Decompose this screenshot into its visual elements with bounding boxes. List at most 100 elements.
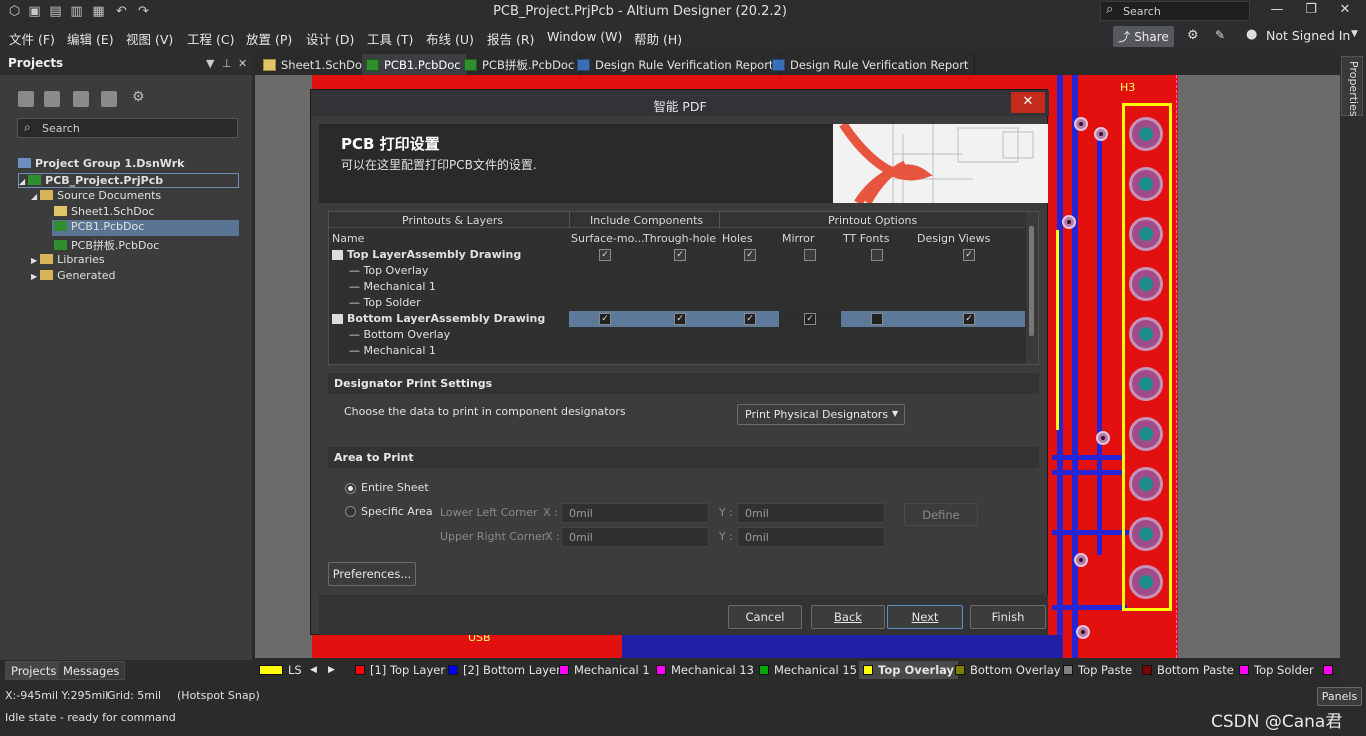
entire-sheet-radio[interactable] xyxy=(345,483,356,494)
grid-row-layer[interactable]: — Bottom Overlay xyxy=(329,327,1025,343)
add-document-icon[interactable] xyxy=(101,91,117,107)
col-tt-fonts[interactable]: TT Fonts xyxy=(843,232,889,245)
grid-row-top-assembly[interactable]: Top LayerAssembly Drawing xyxy=(329,247,1025,263)
save-project-icon[interactable] xyxy=(18,91,34,107)
grid-row-layer[interactable]: — Top Overlay xyxy=(329,263,1025,279)
col-holes[interactable]: Holes xyxy=(722,232,753,245)
tab-messages[interactable]: Messages xyxy=(57,661,126,680)
tab-pcb1[interactable]: PCB1.PcbDoc xyxy=(362,54,468,75)
menu-file[interactable]: 文件 (F) xyxy=(9,29,55,48)
menu-design[interactable]: 设计 (D) xyxy=(306,29,354,48)
holes-checkbox[interactable] xyxy=(744,249,756,261)
tree-libraries[interactable]: ▶ Libraries xyxy=(31,253,105,268)
menu-reports[interactable]: 报告 (R) xyxy=(487,29,534,48)
design-views-checkbox[interactable] xyxy=(963,249,975,261)
layer-scroll-left-icon[interactable]: ◀ xyxy=(310,661,317,679)
minimize-button[interactable]: — xyxy=(1262,2,1292,22)
print-icon[interactable]: ▥ xyxy=(68,3,85,20)
tree-pcb-panel[interactable]: PCB拼板.PcbDoc xyxy=(54,237,159,252)
menu-project[interactable]: 工程 (C) xyxy=(187,29,234,48)
collapse-icon[interactable]: ▶ xyxy=(31,256,37,265)
tt-fonts-checkbox[interactable] xyxy=(871,313,883,325)
menu-place[interactable]: 放置 (P) xyxy=(246,29,292,48)
menu-tools[interactable]: 工具 (T) xyxy=(367,29,413,48)
layer-set-ls[interactable]: LS xyxy=(259,661,302,679)
upper-right-y-input[interactable]: 0mil xyxy=(737,527,885,547)
layer-tab-more[interactable] xyxy=(1323,661,1333,679)
tab-sheet1[interactable]: Sheet1.SchDoc xyxy=(259,54,376,75)
finish-button[interactable]: Finish xyxy=(970,605,1046,629)
tab-pcb-panel[interactable]: PCB拼板.PcbDoc xyxy=(460,54,582,75)
undo-icon[interactable]: ↶ xyxy=(113,3,130,20)
grid-row-layer[interactable]: — Mechanical 1 xyxy=(329,279,1025,295)
mirror-checkbox[interactable] xyxy=(804,249,816,261)
layer-tab-mech15[interactable]: Mechanical 15 xyxy=(759,661,857,679)
scrollbar-thumb[interactable] xyxy=(1029,226,1034,336)
grid-row-bottom-assembly[interactable]: Bottom LayerAssembly Drawing xyxy=(329,311,1025,327)
chevron-down-icon[interactable]: ▼ xyxy=(1351,29,1358,39)
share-button[interactable]: ⤴ Share xyxy=(1113,26,1174,47)
menu-help[interactable]: 帮助 (H) xyxy=(634,29,682,48)
surface-mount-checkbox[interactable] xyxy=(599,313,611,325)
tree-project-group[interactable]: Project Group 1.DsnWrk xyxy=(18,157,184,172)
col-design-views[interactable]: Design Views xyxy=(917,232,990,245)
global-search-input[interactable]: ⌕ Search xyxy=(1100,1,1250,21)
layer-tab-bottom-overlay[interactable]: Bottom Overlay xyxy=(955,661,1061,679)
save-icon[interactable]: ▣ xyxy=(26,3,43,20)
redo-icon[interactable]: ↷ xyxy=(135,3,152,20)
menu-view[interactable]: 视图 (V) xyxy=(126,29,173,48)
layer-tab-bottom-paste[interactable]: Bottom Paste xyxy=(1142,661,1234,679)
layer-tab-top-paste[interactable]: Top Paste xyxy=(1063,661,1132,679)
col-surface-mount[interactable]: Surface-mo... xyxy=(571,232,645,245)
col-mirror[interactable]: Mirror xyxy=(782,232,814,245)
next-button[interactable]: Next xyxy=(887,605,963,629)
project-settings-gear-icon[interactable]: ⚙ xyxy=(132,89,145,105)
tree-pcb1[interactable]: PCB1.PcbDoc xyxy=(52,220,239,236)
surface-mount-checkbox[interactable] xyxy=(599,249,611,261)
close-panel-icon[interactable]: ✕ xyxy=(238,57,247,70)
grid-scrollbar[interactable] xyxy=(1026,212,1038,364)
layer-tab-top[interactable]: [1] Top Layer xyxy=(355,661,445,679)
lower-left-y-input[interactable]: 0mil xyxy=(737,503,885,523)
settings-gear-icon[interactable]: ⚙ xyxy=(1187,28,1199,43)
grid-row-layer[interactable]: — Mechanical 1 xyxy=(329,343,1025,359)
preferences-button[interactable]: Preferences... xyxy=(328,562,416,586)
designator-dropdown[interactable]: Print Physical Designators ▼ xyxy=(737,404,905,425)
projects-search-input[interactable]: ⌕ Search xyxy=(17,118,238,138)
maximize-button[interactable]: ❐ xyxy=(1296,2,1326,22)
pin-icon[interactable]: ⊥ xyxy=(222,57,232,70)
notifications-icon[interactable]: ✎ xyxy=(1215,28,1225,42)
menu-route[interactable]: 布线 (U) xyxy=(426,29,474,48)
cancel-button[interactable]: Cancel xyxy=(728,605,802,629)
close-window-button[interactable]: ✕ xyxy=(1330,2,1360,22)
define-button[interactable]: Define xyxy=(904,503,978,526)
layer-tab-mech1[interactable]: Mechanical 1 xyxy=(559,661,650,679)
layer-tab-bottom[interactable]: [2] Bottom Layer xyxy=(448,661,561,679)
tree-sheet1[interactable]: Sheet1.SchDoc xyxy=(54,205,155,220)
tree-pcb-project[interactable]: ◢ PCB_Project.PrjPcb xyxy=(18,173,239,188)
properties-panel-tab[interactable]: Properties xyxy=(1341,56,1363,117)
collapse-icon[interactable]: ▶ xyxy=(31,272,37,281)
panel-menu-icon[interactable]: ▼ xyxy=(206,57,214,70)
tree-generated[interactable]: ▶ Generated xyxy=(31,269,116,284)
design-views-checkbox[interactable] xyxy=(963,313,975,325)
layer-scroll-right-icon[interactable]: ▶ xyxy=(328,661,335,679)
back-button[interactable]: Back xyxy=(811,605,885,629)
menu-edit[interactable]: 编辑 (E) xyxy=(67,29,114,48)
tab-drc-report-1[interactable]: Design Rule Verification Report xyxy=(573,54,781,75)
panels-button[interactable]: Panels xyxy=(1317,687,1362,706)
tab-projects[interactable]: Projects xyxy=(5,661,63,680)
dialog-close-button[interactable]: ✕ xyxy=(1011,92,1045,113)
user-sign-in[interactable]: Not Signed In xyxy=(1266,28,1350,43)
tt-fonts-checkbox[interactable] xyxy=(871,249,883,261)
specific-area-radio[interactable] xyxy=(345,506,356,517)
grid-row-layer[interactable]: — Top Solder xyxy=(329,295,1025,311)
layer-tab-mech13[interactable]: Mechanical 13 xyxy=(656,661,754,679)
col-name[interactable]: Name xyxy=(332,232,364,245)
tree-source-documents[interactable]: ◢ Source Documents xyxy=(31,189,161,204)
layer-tab-top-solder[interactable]: Top Solder xyxy=(1239,661,1314,679)
tab-drc-report-2[interactable]: Design Rule Verification Report xyxy=(768,54,976,75)
holes-checkbox[interactable] xyxy=(744,313,756,325)
menu-window[interactable]: Window (W) xyxy=(547,29,622,44)
col-through-hole[interactable]: Through-hole xyxy=(643,232,716,245)
